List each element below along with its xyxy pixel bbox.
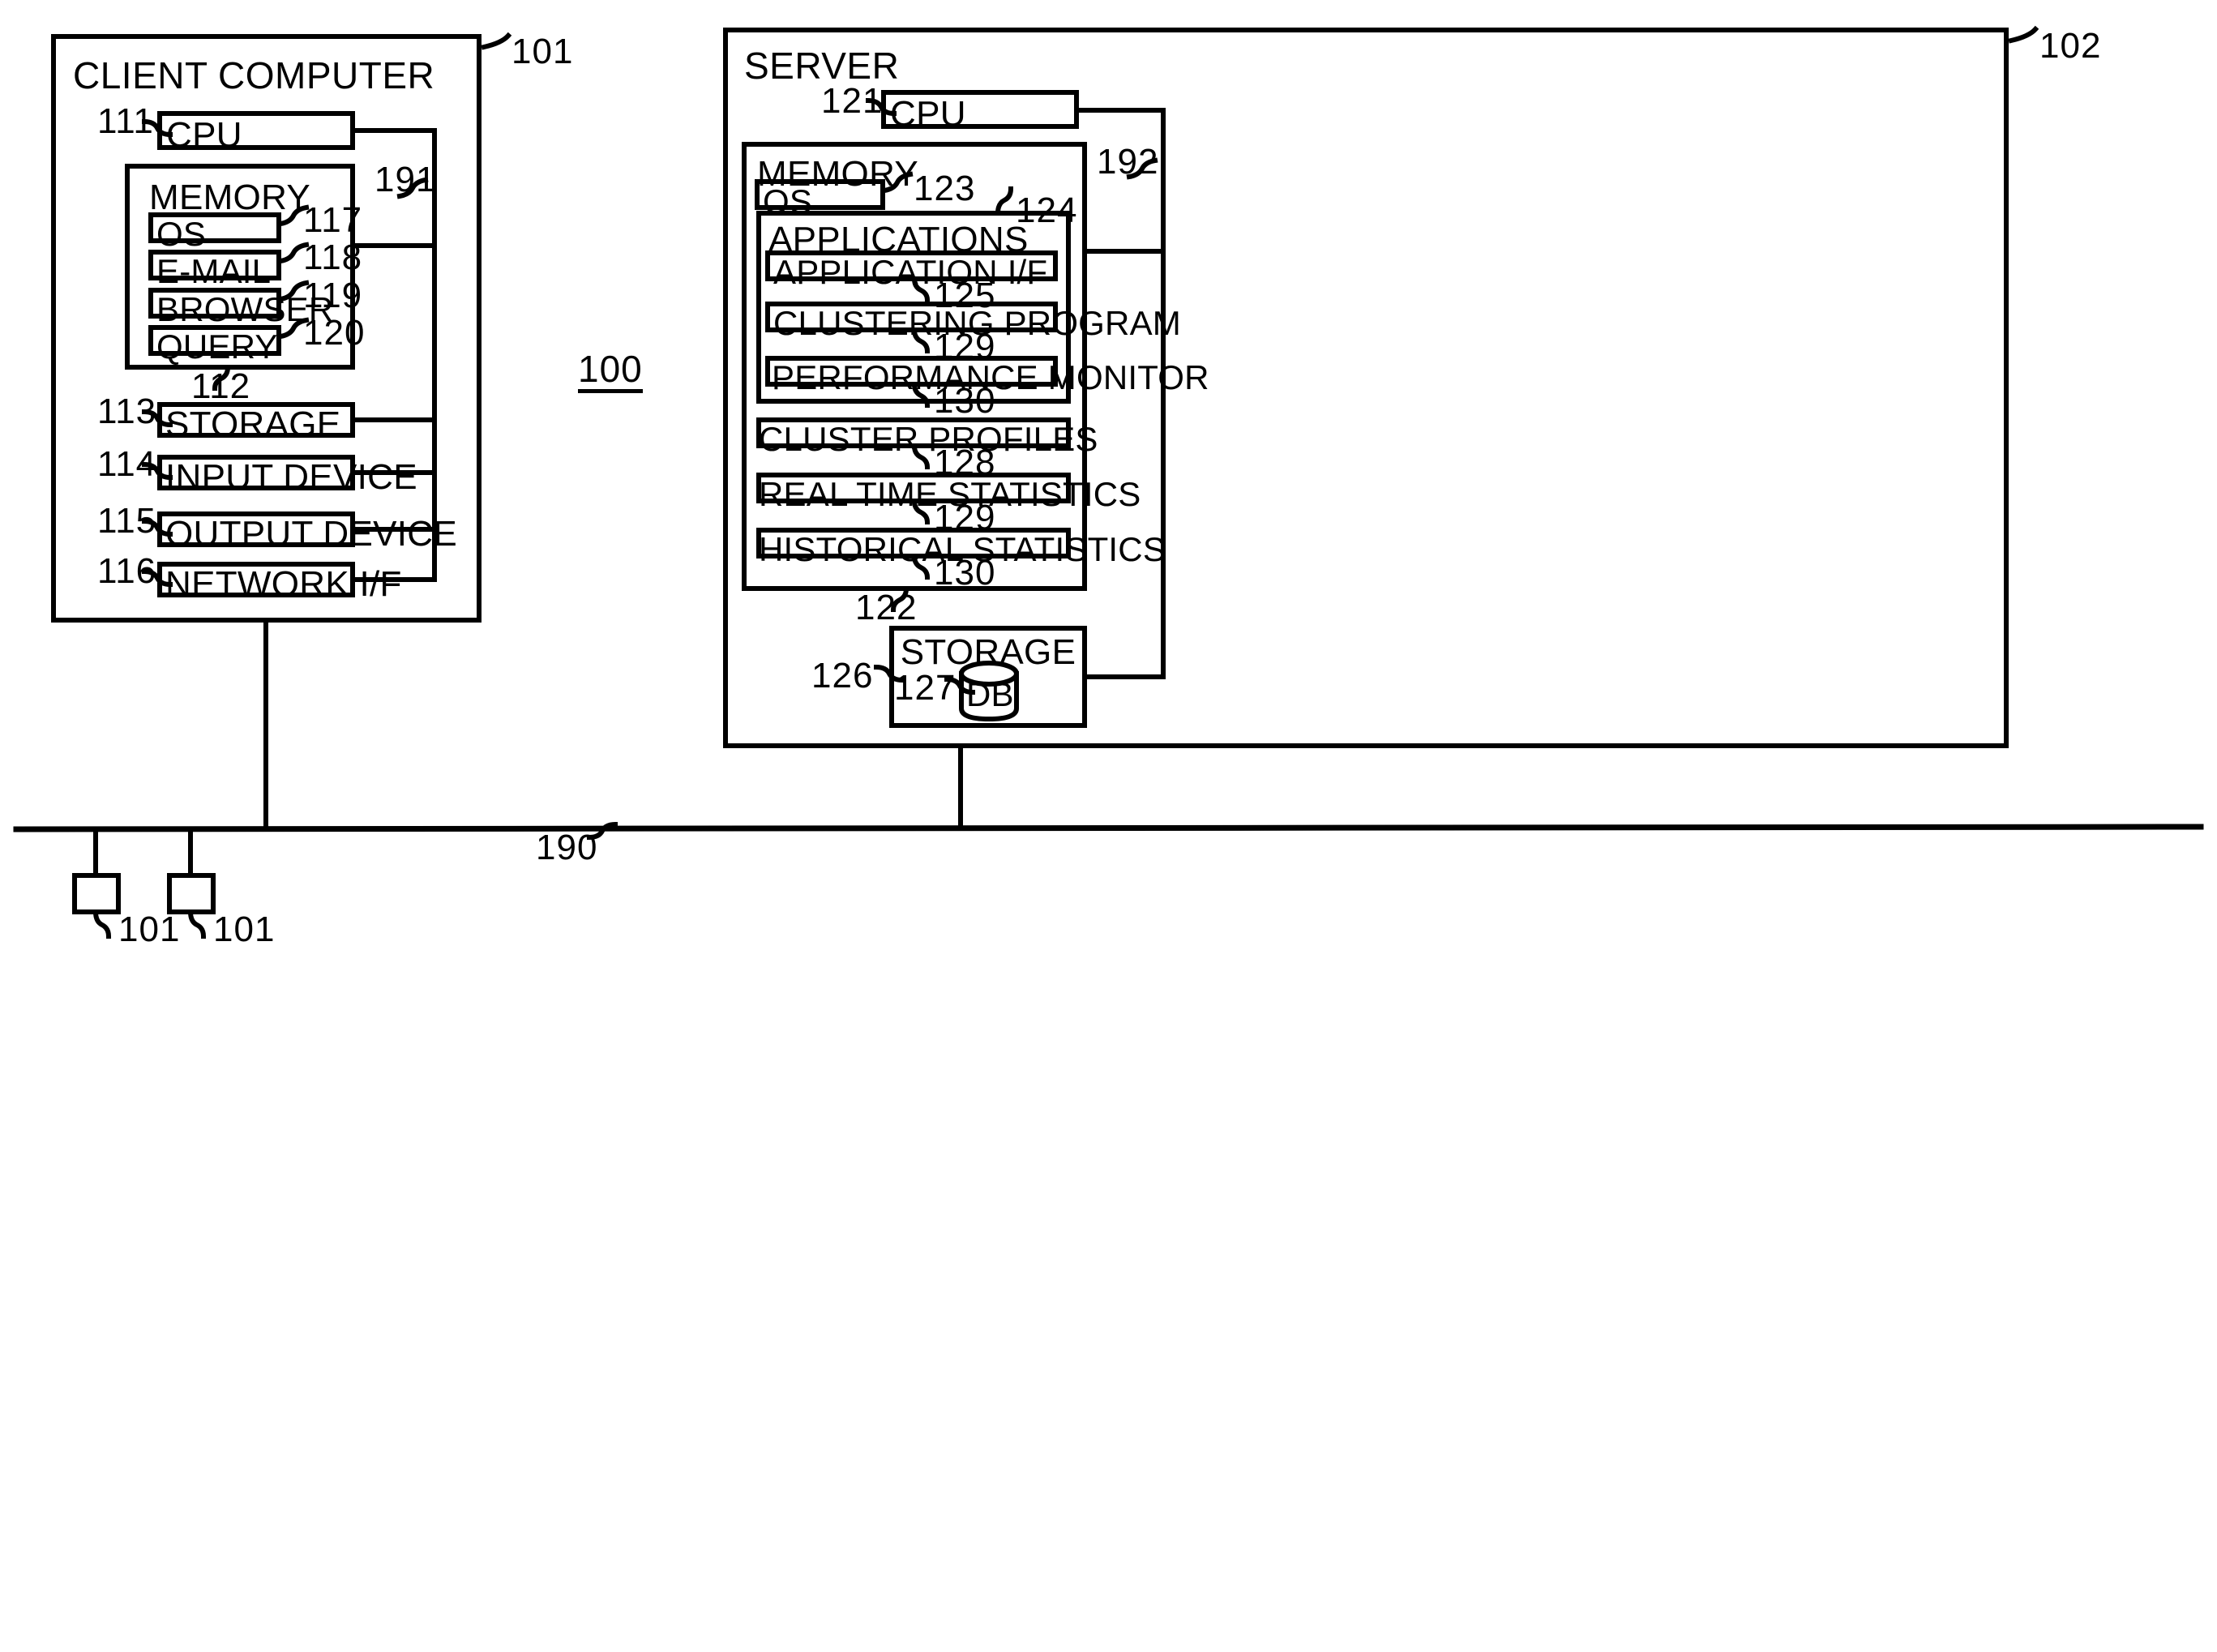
ref-server-storage: 126 [811,656,874,695]
network-backbone [13,824,2204,832]
extra-client-box-1 [72,873,121,914]
ref-server-applications: 124 [1016,190,1078,230]
extra-client-box-2 [167,873,216,914]
server-cpu-label: CPU [890,94,966,134]
ref-client-storage: 113 [97,392,157,431]
ref-client-os: 117 [303,200,363,240]
ref-client-computer: 101 [511,32,574,71]
leader-101-extra-2 [187,909,207,939]
ref-client-network-if: 116 [97,551,157,591]
ref-server: 102 [2039,26,2102,66]
ref-server-os: 123 [914,169,976,208]
ref-server-bus: 192 [1097,142,1159,182]
client-computer-title: CLIENT COMPUTER [73,54,435,96]
leader-102 [2008,25,2039,44]
server-title: SERVER [744,45,900,87]
client-cpu-label: CPU [166,115,242,155]
client-output-device-label: OUTPUT DEVICE [165,514,458,554]
ref-server-memory: 122 [855,588,918,627]
ref-client-query: 120 [303,313,366,353]
server-real-time-statistics-label: REAL TIME STATISTICS [759,475,1141,513]
client-network-if-label: NETWORK I/F [165,564,402,604]
ref-extra-client-1: 101 [118,909,181,949]
client-os-label: OS [156,215,207,253]
ref-server-historical-statistics: 130 [934,553,996,593]
ref-network: 190 [536,828,598,867]
patent-figure: CLIENT COMPUTER 101 111 CPU MEMORY 112 O… [0,0,2217,1652]
ref-client-email: 118 [303,238,363,277]
leader-101-extra-1 [92,909,112,939]
server-cluster-profiles-label: CLUSTER PROFILES [759,420,1098,458]
ref-system: 100 [578,350,643,393]
ref-client-input-device: 114 [97,444,157,484]
ref-server-db: 127 [894,668,957,708]
ref-client-output-device: 115 [97,501,157,541]
server-storage-label: STORAGE [900,632,1076,672]
server-db-label: DB [966,675,1014,713]
client-memory-label: MEMORY [149,178,311,217]
ref-client-browser: 119 [303,276,363,315]
ref-extra-client-2: 101 [213,909,276,949]
client-storage-label: STORAGE [165,404,341,444]
leader-101-client [481,32,512,50]
client-query-label: QUERY [156,327,278,366]
server-application-if-label: APPLICATION I/F [773,253,1048,291]
leader-124 [995,186,1014,216]
ref-client-memory: 112 [191,366,251,406]
server-os-label: OS [763,182,813,220]
ref-server-performance-monitor: 130 [934,381,996,421]
client-email-label: E-MAIL [156,252,272,290]
client-input-device-label: INPUT DEVICE [165,457,417,497]
ref-client-bus: 191 [374,160,437,199]
ref-server-cpu: 121 [821,81,884,121]
ref-client-cpu: 111 [97,101,154,141]
server-historical-statistics-label: HISTORICAL STATISTICS [759,530,1166,568]
